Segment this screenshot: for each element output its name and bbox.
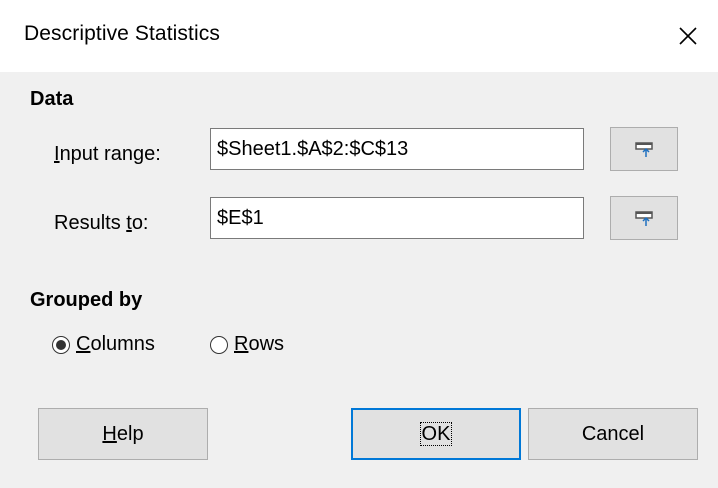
dialog-body: Data Input range: Results to: Grouped by xyxy=(0,72,718,488)
descriptive-statistics-dialog: Descriptive Statistics Data Input range:… xyxy=(0,0,718,488)
radio-rows-label: Rows xyxy=(234,333,284,356)
radio-selected-dot xyxy=(56,339,66,350)
ok-button[interactable]: OK xyxy=(351,408,521,460)
shrink-icon xyxy=(635,142,653,157)
radio-columns-indicator xyxy=(52,335,70,354)
cancel-button[interactable]: Cancel xyxy=(528,408,698,460)
grouped-by-heading: Grouped by xyxy=(30,289,143,311)
help-button-label-rest: elp xyxy=(116,422,144,445)
radio-columns-label-rest: olumns xyxy=(90,333,155,355)
radio-rows-mnemonic: R xyxy=(234,333,249,355)
ok-button-label: OK xyxy=(419,422,453,446)
input-range-label: Input range: xyxy=(54,143,161,166)
results-to-field[interactable] xyxy=(210,197,584,239)
help-button-mnemonic: H xyxy=(102,422,117,445)
data-section-heading: Data xyxy=(30,88,74,110)
radio-columns-label: Columns xyxy=(76,333,155,356)
results-to-label-prefix: Results xyxy=(54,212,127,234)
dialog-title: Descriptive Statistics xyxy=(24,22,220,45)
radio-columns[interactable]: Columns xyxy=(52,333,155,356)
radio-rows[interactable]: Rows xyxy=(210,333,284,356)
cancel-button-label: Cancel xyxy=(581,422,645,445)
help-button-label: Help xyxy=(102,423,143,446)
results-to-label-suffix: o: xyxy=(131,212,149,234)
radio-rows-indicator xyxy=(210,335,228,354)
results-to-label: Results to: xyxy=(54,212,149,235)
close-button[interactable] xyxy=(666,16,710,56)
input-range-field[interactable] xyxy=(210,128,584,170)
results-to-shrink-button[interactable] xyxy=(610,196,678,240)
input-range-label-rest: nput range: xyxy=(59,143,161,165)
help-button[interactable]: Help xyxy=(38,408,208,460)
shrink-icon xyxy=(635,211,653,226)
radio-columns-mnemonic: C xyxy=(76,333,91,355)
radio-rows-label-rest: ows xyxy=(248,333,285,355)
close-icon xyxy=(679,27,697,45)
input-range-shrink-button[interactable] xyxy=(610,127,678,171)
title-bar: Descriptive Statistics xyxy=(0,0,718,72)
